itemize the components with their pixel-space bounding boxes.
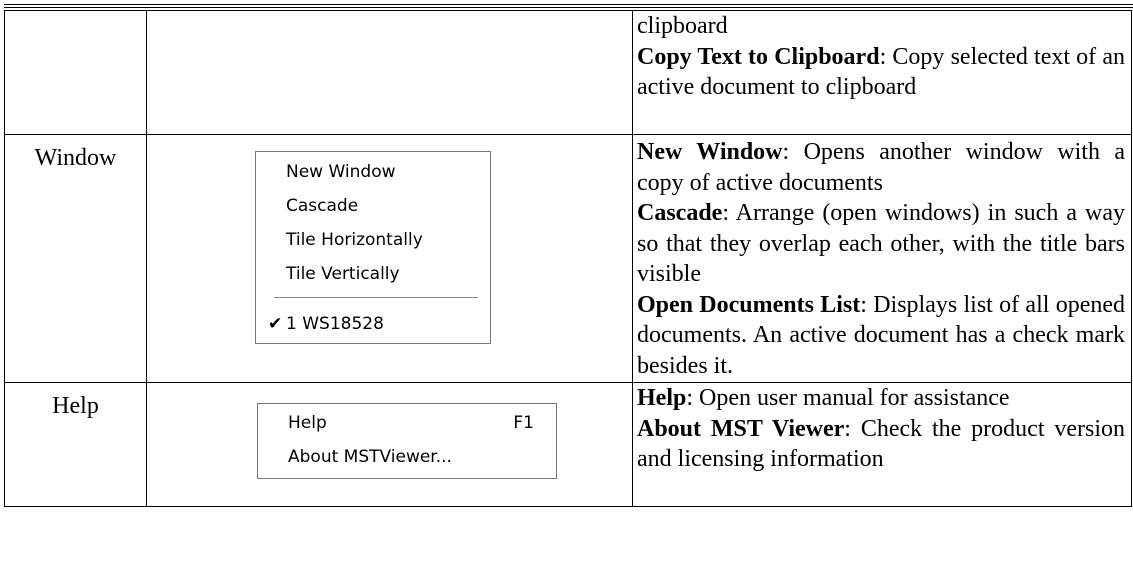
- table-row-help: Help Help F1 About MSTViewer... Help: Op…: [4, 382, 1132, 507]
- menu-separator: [274, 297, 478, 299]
- menu-item-help[interactable]: Help F1: [258, 406, 556, 440]
- menu-item-open-document[interactable]: ✔ 1 WS18528: [256, 307, 490, 341]
- menu-reference-table: clipboard Copy Text to Clipboard: Copy s…: [4, 10, 1132, 507]
- table-row-window: Window New Window Cascade Tile Horizonta…: [4, 134, 1132, 383]
- menu-item-tile-vertically[interactable]: Tile Vertically: [256, 257, 490, 291]
- window-menu-dropdown: New Window Cascade Tile Horizontally Til…: [255, 151, 491, 344]
- menu-image-cell: New Window Cascade Tile Horizontally Til…: [146, 134, 633, 383]
- menu-item-label: 1 WS18528: [286, 314, 384, 334]
- menu-item-label: About MSTViewer...: [288, 447, 452, 467]
- description-cell: New Window: Opens another window with a …: [632, 134, 1132, 383]
- menu-item-cascade[interactable]: Cascade: [256, 189, 490, 223]
- checkmark-icon: ✔: [268, 314, 283, 334]
- help-menu-dropdown: Help F1 About MSTViewer...: [257, 403, 557, 479]
- description-line: Open Documents List: Displays list of al…: [637, 291, 1126, 379]
- top-border-rule-inner: [4, 7, 1133, 8]
- description-line: About MST Viewer: Check the product vers…: [637, 415, 1126, 473]
- table-row-clipboard: clipboard Copy Text to Clipboard: Copy s…: [4, 10, 1132, 135]
- menu-image-cell: [146, 10, 633, 135]
- menu-item-label: Help: [288, 413, 327, 433]
- menu-item-new-window[interactable]: New Window: [256, 155, 490, 189]
- description-cell: Help: Open user manual for assistance Ab…: [632, 382, 1132, 507]
- menu-image-cell: Help F1 About MSTViewer...: [146, 382, 633, 507]
- top-border-rule: [4, 4, 1133, 5]
- description-cell: clipboard Copy Text to Clipboard: Copy s…: [632, 10, 1132, 135]
- menu-name-cell: [4, 10, 147, 135]
- menu-name-window: Window: [4, 134, 147, 383]
- menu-name-help: Help: [4, 382, 147, 507]
- description-line: Help: Open user manual for assistance: [637, 385, 1010, 411]
- description-line: Copy Text to Clipboard: Copy selected te…: [637, 43, 1125, 101]
- menu-item-about[interactable]: About MSTViewer...: [258, 440, 556, 474]
- description-line: New Window: Opens another window with a …: [637, 139, 1126, 196]
- description-line: clipboard: [637, 13, 728, 39]
- menu-item-tile-horizontally[interactable]: Tile Horizontally: [256, 223, 490, 257]
- description-line: Cascade: Arrange (open windows) in such …: [637, 200, 1125, 287]
- menu-item-shortcut: F1: [513, 413, 534, 433]
